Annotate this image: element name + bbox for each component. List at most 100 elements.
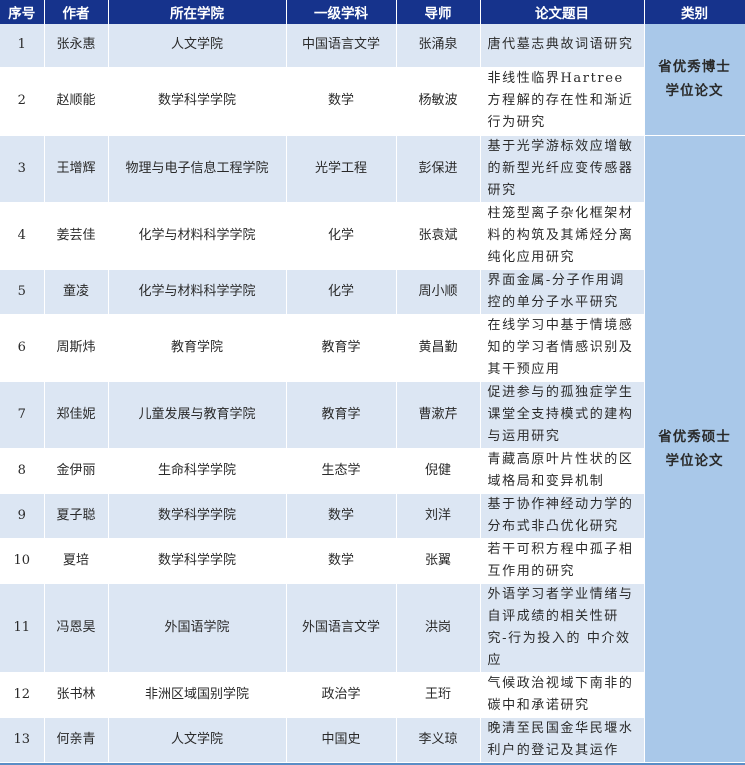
cell-discipline: 数学 (286, 67, 397, 136)
cell-title: 在线学习中基于情境感知的学习者情感识别及其干预应用 (480, 314, 645, 382)
category-doctor: 省优秀博士学位论文 (644, 24, 745, 136)
cell-title: 气候政治视域下南非的碳中和承诺研究 (480, 672, 645, 718)
cell-college: 化学与材料科学学院 (108, 202, 287, 270)
cell-author: 王增辉 (44, 135, 109, 203)
header-category: 类别 (644, 0, 745, 24)
header-college: 所在学院 (108, 0, 287, 24)
cell-title: 晚清至民国金华民堰水利户的登记及其运作 (480, 717, 645, 763)
table-row: 2 赵顺能 数学科学学院 数学 杨敏波 非线性临界Hartree方程解的存在性和… (0, 67, 745, 136)
cell-advisor: 彭保进 (396, 135, 481, 203)
cell-title: 界面金属-分子作用调控的单分子水平研究 (480, 269, 645, 315)
cell-college: 教育学院 (108, 314, 287, 382)
cell-discipline: 光学工程 (286, 135, 397, 203)
cell-advisor: 倪健 (396, 448, 481, 494)
cell-advisor: 张涌泉 (396, 24, 481, 68)
cell-author: 张书林 (44, 672, 109, 718)
cell-author: 夏培 (44, 538, 109, 584)
cell-advisor: 周小顺 (396, 269, 481, 315)
cell-discipline: 数学 (286, 538, 397, 584)
cell-advisor: 曹漱芹 (396, 381, 481, 449)
cell-advisor: 王珩 (396, 672, 481, 718)
cell-college: 物理与电子信息工程学院 (108, 135, 287, 203)
cell-no: 6 (0, 314, 45, 382)
cell-title: 若干可积方程中孤子相互作用的研究 (480, 538, 645, 584)
cell-college: 数学科学学院 (108, 67, 287, 136)
header-row: 序号 作者 所在学院 一级学科 导师 论文题目 类别 (0, 0, 745, 24)
cell-author: 夏子聪 (44, 493, 109, 539)
table-row: 4 姜芸佳 化学与材料科学学院 化学 张袁斌 柱笼型离子杂化框架材料的构筑及其烯… (0, 202, 745, 270)
table-row: 13 何亲青 人文学院 中国史 李义琼 晚清至民国金华民堰水利户的登记及其运作 (0, 717, 745, 763)
cell-discipline: 外国语言文学 (286, 583, 397, 673)
cell-college: 数学科学学院 (108, 538, 287, 584)
cell-author: 何亲青 (44, 717, 109, 763)
cell-advisor: 李义琼 (396, 717, 481, 763)
cell-discipline: 中国史 (286, 717, 397, 763)
cell-discipline: 教育学 (286, 381, 397, 449)
cell-college: 数学科学学院 (108, 493, 287, 539)
thesis-table: 序号 作者 所在学院 一级学科 导师 论文题目 类别 1 张永惠 人文学院 中国… (0, 0, 745, 763)
cell-no: 10 (0, 538, 45, 584)
cell-author: 张永惠 (44, 24, 109, 68)
header-advisor: 导师 (396, 0, 481, 24)
cell-title: 基于光学游标效应增敏的新型光纤应变传感器研究 (480, 135, 645, 203)
cell-title: 促进参与的孤独症学生课堂全支持模式的建构与运用研究 (480, 381, 645, 449)
cell-title: 非线性临界Hartree方程解的存在性和渐近行为研究 (480, 67, 645, 136)
table-row: 6 周斯炜 教育学院 教育学 黄昌勤 在线学习中基于情境感知的学习者情感识别及其… (0, 314, 745, 382)
cell-advisor: 杨敏波 (396, 67, 481, 136)
table-row: 1 张永惠 人文学院 中国语言文学 张涌泉 唐代墓志典故词语研究 省优秀博士学位… (0, 24, 745, 136)
cell-no: 12 (0, 672, 45, 718)
cell-no: 3 (0, 135, 45, 203)
header-no: 序号 (0, 0, 45, 24)
cell-author: 童凌 (44, 269, 109, 315)
cell-advisor: 洪岗 (396, 583, 481, 673)
cell-advisor: 张袁斌 (396, 202, 481, 270)
cell-college: 儿童发展与教育学院 (108, 381, 287, 449)
cell-author: 金伊丽 (44, 448, 109, 494)
cell-author: 郑佳妮 (44, 381, 109, 449)
cell-title: 唐代墓志典故词语研究 (480, 24, 645, 68)
cell-title: 外语学习者学业情绪与自评成绩的相关性研究-行为投入的 中介效应 (480, 583, 645, 673)
bottom-rule (0, 762, 745, 765)
cell-college: 人文学院 (108, 717, 287, 763)
cell-college: 外国语学院 (108, 583, 287, 673)
cell-author: 冯恩昊 (44, 583, 109, 673)
category-master: 省优秀硕士学位论文 (644, 135, 745, 763)
cell-discipline: 化学 (286, 202, 397, 270)
table-row: 12 张书林 非洲区域国别学院 政治学 王珩 气候政治视域下南非的碳中和承诺研究 (0, 672, 745, 718)
cell-discipline: 中国语言文学 (286, 24, 397, 68)
cell-author: 姜芸佳 (44, 202, 109, 270)
cell-college: 非洲区域国别学院 (108, 672, 287, 718)
cell-title: 青藏高原叶片性状的区域格局和变异机制 (480, 448, 645, 494)
cell-no: 13 (0, 717, 45, 763)
cell-college: 人文学院 (108, 24, 287, 68)
cell-title: 基于协作神经动力学的分布式非凸优化研究 (480, 493, 645, 539)
header-author: 作者 (44, 0, 109, 24)
cell-no: 5 (0, 269, 45, 315)
cell-author: 赵顺能 (44, 67, 109, 136)
header-title: 论文题目 (480, 0, 645, 24)
cell-no: 9 (0, 493, 45, 539)
table-row: 7 郑佳妮 儿童发展与教育学院 教育学 曹漱芹 促进参与的孤独症学生课堂全支持模… (0, 381, 745, 449)
cell-advisor: 刘洋 (396, 493, 481, 539)
cell-discipline: 化学 (286, 269, 397, 315)
table-row: 5 童凌 化学与材料科学学院 化学 周小顺 界面金属-分子作用调控的单分子水平研… (0, 269, 745, 315)
table-row: 9 夏子聪 数学科学学院 数学 刘洋 基于协作神经动力学的分布式非凸优化研究 (0, 493, 745, 539)
cell-discipline: 生态学 (286, 448, 397, 494)
cell-discipline: 数学 (286, 493, 397, 539)
cell-college: 化学与材料科学学院 (108, 269, 287, 315)
cell-advisor: 黄昌勤 (396, 314, 481, 382)
cell-no: 1 (0, 24, 45, 68)
cell-advisor: 张翼 (396, 538, 481, 584)
cell-no: 7 (0, 381, 45, 449)
cell-no: 8 (0, 448, 45, 494)
cell-discipline: 政治学 (286, 672, 397, 718)
cell-no: 2 (0, 67, 45, 136)
cell-no: 11 (0, 583, 45, 673)
cell-discipline: 教育学 (286, 314, 397, 382)
header-discipline: 一级学科 (286, 0, 397, 24)
table-row: 10 夏培 数学科学学院 数学 张翼 若干可积方程中孤子相互作用的研究 (0, 538, 745, 584)
table-row: 8 金伊丽 生命科学学院 生态学 倪健 青藏高原叶片性状的区域格局和变异机制 (0, 448, 745, 494)
cell-author: 周斯炜 (44, 314, 109, 382)
cell-no: 4 (0, 202, 45, 270)
table-row: 11 冯恩昊 外国语学院 外国语言文学 洪岗 外语学习者学业情绪与自评成绩的相关… (0, 583, 745, 673)
